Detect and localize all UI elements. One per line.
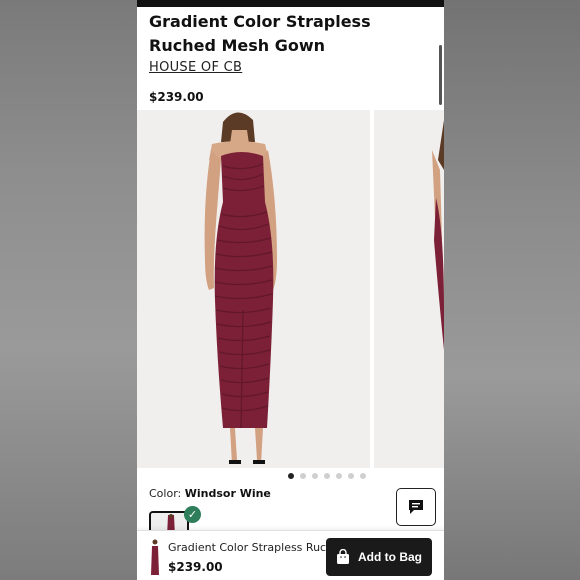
pagination-dot[interactable] <box>323 473 330 479</box>
dress-model-image <box>204 112 277 464</box>
chat-button[interactable] <box>396 488 436 526</box>
add-to-bag-label: Add to Bag <box>358 550 422 564</box>
pagination-dot[interactable] <box>311 473 318 479</box>
color-value: Windsor Wine <box>184 487 271 500</box>
scrollbar[interactable] <box>439 45 442 105</box>
background-right <box>444 0 580 580</box>
pagination-dot[interactable] <box>299 473 306 479</box>
product-price: $239.00 <box>149 90 204 104</box>
product-page: Gradient Color Strapless Ruched Mesh Gow… <box>137 0 444 580</box>
gallery-pagination <box>137 473 444 479</box>
image-gallery[interactable] <box>137 110 444 468</box>
brand-link[interactable]: HOUSE OF CB <box>149 60 242 75</box>
color-label: Color: <box>149 487 182 500</box>
pagination-dot[interactable] <box>287 473 294 479</box>
status-bar <box>137 0 444 7</box>
bottom-product-price: $239.00 <box>168 560 223 574</box>
bottom-product-name: Gradient Color Strapless Ruch... <box>168 541 344 554</box>
pagination-dot[interactable] <box>347 473 354 479</box>
bag-icon <box>337 549 349 564</box>
product-thumbnail <box>151 539 159 575</box>
product-photo-next[interactable] <box>374 110 444 468</box>
product-photo-main[interactable] <box>137 110 370 468</box>
pagination-dot[interactable] <box>359 473 366 479</box>
product-title: Gradient Color Strapless Ruched Mesh Gow… <box>149 12 371 55</box>
add-to-bag-button[interactable]: Add to Bag <box>326 538 432 576</box>
dress-side-image <box>432 120 444 350</box>
sticky-bottom-bar: Gradient Color Strapless Ruch... $239.00… <box>137 530 444 580</box>
background-left <box>0 0 137 580</box>
pagination-dot[interactable] <box>335 473 342 479</box>
chat-icon <box>409 500 423 514</box>
check-icon: ✓ <box>184 506 201 523</box>
color-selection: Color: Windsor Wine <box>149 487 271 500</box>
